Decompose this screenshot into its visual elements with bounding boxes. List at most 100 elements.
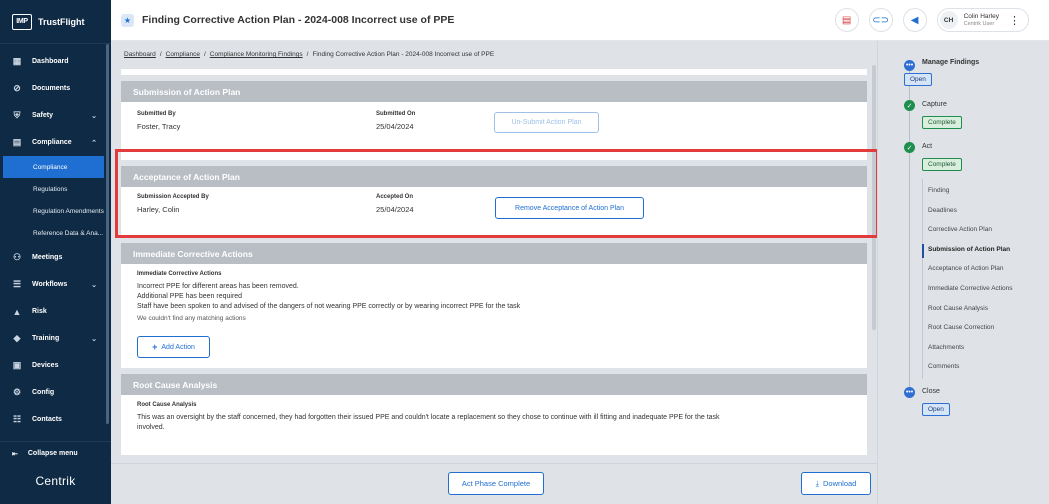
step-immediate-actions[interactable]: Immediate Corrective Actions <box>928 285 1013 292</box>
brand-name: TrustFlight <box>38 16 85 27</box>
manage-status-badge: Open <box>904 73 932 86</box>
sidebar-item-config[interactable]: ⚙ Config <box>0 379 111 406</box>
submitted-on-label: Submitted On <box>376 111 416 117</box>
submitted-on-value: 25/04/2024 <box>376 122 414 131</box>
sidebar-item-safety[interactable]: ⛨ Safety ⌄ <box>0 102 111 129</box>
pdf-icon[interactable]: ▤ <box>834 8 859 32</box>
main-content: Dashboard / Compliance / Compliance Monitori… <box>111 41 877 504</box>
user-name: Colin Harley <box>963 12 999 20</box>
shield-icon: ⛨ <box>13 110 21 120</box>
sidebar-item-label: Documents <box>32 85 71 92</box>
sidebar-item-label: Risk <box>32 308 47 315</box>
centrik-logo: Centrik <box>35 474 76 488</box>
accepted-on-label: Accepted On <box>376 194 414 200</box>
plus-icon: + <box>152 342 158 352</box>
graduation-icon: ◆ <box>13 333 21 343</box>
sidebar-item-label: Dashboard <box>32 58 69 65</box>
sidebar-item-label: Training <box>32 335 60 342</box>
add-action-button[interactable]: + Add Action <box>137 336 210 358</box>
remove-acceptance-button[interactable]: Remove Acceptance of Action Plan <box>495 197 644 219</box>
accepted-by-value: Harley, Colin <box>137 205 180 214</box>
sidebar-item-contacts[interactable]: ☷ Contacts <box>0 406 111 433</box>
section-title: Submission of Action Plan <box>121 81 867 102</box>
capture-label: Capture <box>922 101 947 108</box>
sidebar-item-label: Meetings <box>32 254 63 261</box>
step-root-cause-correction[interactable]: Root Cause Correction <box>928 324 994 331</box>
step-corrective-action-plan[interactable]: Corrective Action Plan <box>928 226 992 233</box>
step-root-cause-analysis[interactable]: Root Cause Analysis <box>928 305 988 312</box>
add-action-label: Add Action <box>161 343 195 351</box>
workflow-icon: ☰ <box>12 279 22 289</box>
empty-actions-message: We couldn't find any matching actions <box>137 315 246 322</box>
section-title: Immediate Corrective Actions <box>121 243 867 264</box>
sidebar-item-training[interactable]: ◆ Training ⌄ <box>0 325 111 352</box>
root-cause-label: Root Cause Analysis <box>137 402 197 408</box>
sidebar-item-label: Devices <box>32 362 59 369</box>
sidebar-item-devices[interactable]: ▣ Devices <box>0 352 111 379</box>
link-icon[interactable]: ⊂⊃ <box>868 8 893 32</box>
root-cause-text: This was an oversight by the staff conce… <box>137 414 720 421</box>
sidebar-subitem-reference-data[interactable]: Reference Data & Ana... <box>0 222 111 244</box>
sidebar-item-compliance[interactable]: ▤ Compliance ⌃ <box>0 129 111 156</box>
step-submission[interactable]: Submission of Action Plan <box>928 246 1010 253</box>
breadcrumb-findings[interactable]: Compliance Monitoring Findings <box>210 51 303 58</box>
user-role: Centrik User <box>963 20 995 27</box>
sidebar-item-workflows[interactable]: ☰ Workflows ⌄ <box>0 271 111 298</box>
breadcrumb-compliance[interactable]: Compliance <box>166 51 200 58</box>
sidebar-subitem-regulation-amendments[interactable]: Regulation Amendments <box>0 200 111 222</box>
unsubmit-action-plan-button[interactable]: Un-Submit Action Plan <box>494 112 599 133</box>
in-progress-icon: ••• <box>904 387 915 398</box>
check-icon: ✓ <box>904 142 915 153</box>
chevron-up-icon: ⌃ <box>91 139 97 147</box>
sidebar-item-meetings[interactable]: ⚇ Meetings <box>0 244 111 271</box>
step-deadlines[interactable]: Deadlines <box>928 207 957 214</box>
root-cause-section: Root Cause Analysis Root Cause Analysis … <box>121 374 867 455</box>
steps-line <box>922 179 923 379</box>
sidebar-item-label: Config <box>32 389 55 396</box>
breadcrumb-dashboard[interactable]: Dashboard <box>124 51 156 58</box>
action-line: Additional PPE has been required <box>137 293 243 300</box>
brand[interactable]: IMP TrustFlight <box>0 0 111 44</box>
download-button[interactable]: ⤓ Download <box>801 472 871 495</box>
sidebar-subitem-compliance[interactable]: Compliance <box>3 156 104 178</box>
capture-status-badge: Complete <box>922 116 962 129</box>
close-label: Close <box>922 388 940 395</box>
content-scrollbar[interactable] <box>872 65 876 330</box>
action-line: Staff have been spoken to and advised of… <box>137 303 521 310</box>
breadcrumb: Dashboard / Compliance / Compliance Monitori… <box>124 51 495 58</box>
announcement-icon[interactable]: ◀ <box>902 8 927 32</box>
act-phase-complete-button[interactable]: Act Phase Complete <box>448 472 544 495</box>
submitted-by-label: Submitted By <box>137 111 176 117</box>
brand-logo: IMP <box>12 13 32 30</box>
user-menu[interactable]: CH Colin Harley Centrik User ⋮ <box>936 8 1029 32</box>
step-attachments[interactable]: Attachments <box>928 344 964 351</box>
step-comments[interactable]: Comments <box>928 363 959 370</box>
manage-findings-label: Manage Findings <box>922 59 980 66</box>
top-header: ★ Finding Corrective Action Plan - 2024-… <box>111 0 1049 41</box>
more-options-icon[interactable]: ⋮ <box>1009 14 1020 27</box>
sidebar-subitem-regulations[interactable]: Regulations <box>0 178 111 200</box>
chevron-down-icon: ⌄ <box>91 335 97 343</box>
step-finding[interactable]: Finding <box>928 187 949 194</box>
finding-icon: ★ <box>121 13 134 27</box>
collapse-menu-button[interactable]: ⇤ Collapse menu <box>0 441 111 465</box>
content-scroll: Submission of Action Plan Submitted By F… <box>121 69 867 458</box>
sidebar-item-label: Compliance <box>32 139 72 146</box>
download-icon: ⤓ <box>815 478 819 488</box>
contacts-icon: ☷ <box>12 414 22 424</box>
sidebar-item-risk[interactable]: ▲ Risk <box>0 298 111 325</box>
sidebar-item-dashboard[interactable]: ▦ Dashboard <box>0 48 111 75</box>
step-acceptance[interactable]: Acceptance of Action Plan <box>928 265 1004 272</box>
sidebar-item-documents[interactable]: ⊘ Documents <box>0 75 111 102</box>
sidebar-item-label: Contacts <box>32 416 62 423</box>
accepted-by-label: Submission Accepted By <box>137 194 209 200</box>
sidebar-scrollbar[interactable] <box>106 44 109 424</box>
warning-icon: ▲ <box>12 306 22 317</box>
document-icon: ▤ <box>12 137 22 147</box>
sidebar: IMP TrustFlight ▦ Dashboard ⊘ Documents … <box>0 0 111 504</box>
progress-line <box>909 71 910 391</box>
sidebar-item-label: Safety <box>32 112 54 119</box>
chevron-down-icon: ⌄ <box>91 112 97 120</box>
active-step-indicator <box>922 244 924 258</box>
progress-panel: ••• Manage Findings Open ✓ Capture Compl… <box>877 41 1049 504</box>
